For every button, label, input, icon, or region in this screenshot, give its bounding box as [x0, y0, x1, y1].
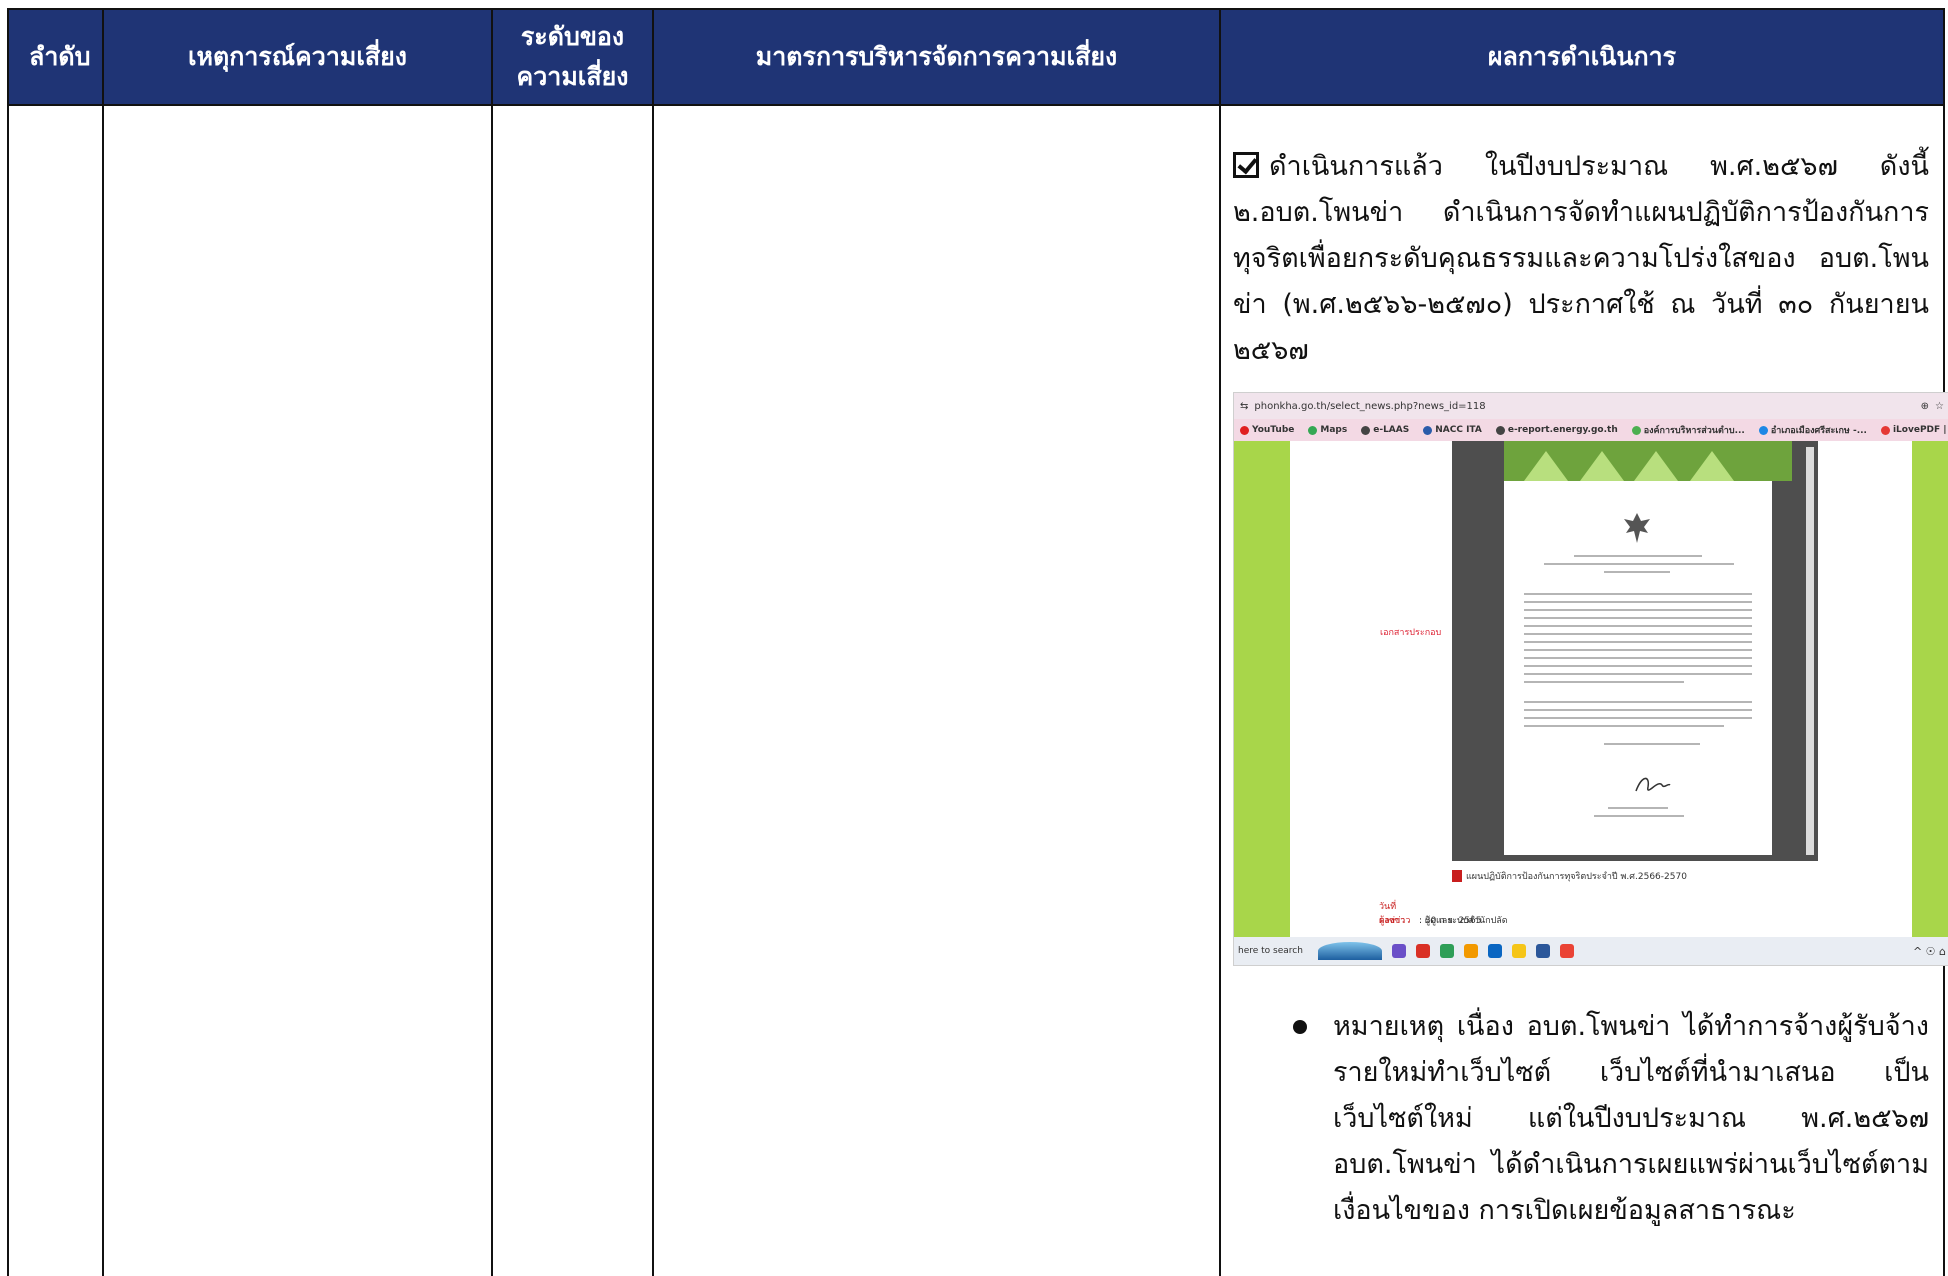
- bookmark-item: e-report.energy.go.th: [1495, 425, 1618, 435]
- checked-box-icon: [1233, 152, 1259, 178]
- header-risk-event: เหตุการณ์ความเสี่ยง: [102, 8, 493, 106]
- notes-list: หมายเหตุ เนื่อง อบต.โพนข่า ได้ทำการจ้างผ…: [1233, 1004, 1929, 1234]
- bookmark-item: NACC ITA: [1423, 425, 1482, 435]
- bookmark-item: องค์การบริหารส่วนตำบ...: [1631, 423, 1745, 437]
- bookmark-item: YouTube: [1240, 425, 1294, 435]
- gmail-icon: [1416, 944, 1430, 958]
- bookmark-item: Maps: [1308, 425, 1347, 435]
- windows-taskbar: here to search ^ ☉ ⌂: [1234, 937, 1948, 965]
- cell-risk-level: [491, 104, 654, 1276]
- browser-address-bar: ⇆ phonkha.go.th/select_news.php?news_id=…: [1234, 393, 1948, 419]
- weather-widget-icon: [1318, 942, 1382, 960]
- star-icon: ☆: [1935, 400, 1944, 412]
- garuda-emblem-icon: [1624, 513, 1650, 543]
- header-results: ผลการดำเนินการ: [1219, 8, 1945, 106]
- risk-table: ลำดับ เหตุการณ์ความเสี่ยง ระดับของความเส…: [7, 8, 1948, 1276]
- cell-results: ดำเนินการแล้ว ในปีงบประมาณ พ.ศ.๒๕๖๗ ดังน…: [1219, 104, 1948, 1276]
- bookmark-item: e-LAAS: [1361, 425, 1409, 435]
- pdf-viewer: [1452, 441, 1818, 861]
- header-order: ลำดับ: [7, 8, 104, 106]
- pdf-attachment: แผนปฏิบัติการป้องกันการทุจริตประจำปี พ.ศ…: [1452, 869, 1687, 883]
- header-risk-level: ระดับของความเสี่ยง: [491, 8, 654, 106]
- website-screenshot: ⇆ phonkha.go.th/select_news.php?news_id=…: [1233, 392, 1948, 966]
- outlook-icon: [1488, 944, 1502, 958]
- pdf-file-icon: [1452, 870, 1462, 882]
- news-author: ผู้ลงข่าว: ผู้ดูแลระบบสำนักปลัด: [1379, 916, 1508, 926]
- taskbar-app-icon: [1392, 944, 1406, 958]
- pdf-file-name: แผนปฏิบัติการป้องกันการทุจริตประจำปี พ.ศ…: [1466, 872, 1687, 882]
- chrome-icon: [1560, 944, 1574, 958]
- taskbar-search: here to search: [1238, 946, 1303, 956]
- signature-icon: [1635, 777, 1671, 792]
- cell-risk-event: [102, 104, 493, 1276]
- pdf-banner: [1504, 441, 1792, 481]
- doc-label: เอกสารประกอบ: [1380, 628, 1442, 638]
- zoom-icon: ⊕: [1920, 400, 1930, 412]
- chrome-icon: [1464, 944, 1478, 958]
- result-text: ดำเนินการแล้ว ในปีงบประมาณ พ.ศ.๒๕๖๗ ดังน…: [1233, 151, 1929, 366]
- bookmark-item: iLovePDF | Online P...: [1880, 425, 1948, 435]
- bookmark-item: อำเภอเมืองศรีสะเกษ -...: [1758, 423, 1867, 437]
- cell-order: [7, 104, 104, 1276]
- file-explorer-icon: [1512, 944, 1526, 958]
- system-tray-icon: ^ ☉ ⌂: [1912, 944, 1946, 958]
- header-risk-measures: มาตรการบริหารจัดการความเสี่ยง: [652, 8, 1221, 106]
- url-text: phonkha.go.th/select_news.php?news_id=11…: [1254, 400, 1486, 412]
- taskbar-app-icon: [1440, 944, 1454, 958]
- cell-risk-measures: [652, 104, 1221, 1276]
- table-row: ดำเนินการแล้ว ในปีงบประมาณ พ.ศ.๒๕๖๗ ดังน…: [7, 104, 1948, 1276]
- bookmarks-bar: YouTube Maps e-LAAS NACC ITA e-report.en…: [1234, 419, 1948, 441]
- pdf-page: [1504, 481, 1772, 855]
- list-item: หมายเหตุ เนื่อง อบต.โพนข่า ได้ทำการจ้างผ…: [1281, 1004, 1929, 1234]
- web-viewport: เอกสารประกอบ แผนปฏิบัติการป้องกันการทุจร…: [1234, 441, 1948, 937]
- green-side-panel: [1234, 441, 1290, 937]
- green-side-panel: [1912, 441, 1948, 937]
- site-info-icon: ⇆: [1240, 400, 1249, 412]
- table-header-row: ลำดับ เหตุการณ์ความเสี่ยง ระดับของความเส…: [7, 8, 1945, 106]
- result-paragraph: ดำเนินการแล้ว ในปีงบประมาณ พ.ศ.๒๕๖๗ ดังน…: [1233, 144, 1929, 374]
- document-page: ลำดับ เหตุการณ์ความเสี่ยง ระดับของความเส…: [0, 0, 1948, 1276]
- word-icon: [1536, 944, 1550, 958]
- pdf-scrollbar: [1806, 447, 1814, 855]
